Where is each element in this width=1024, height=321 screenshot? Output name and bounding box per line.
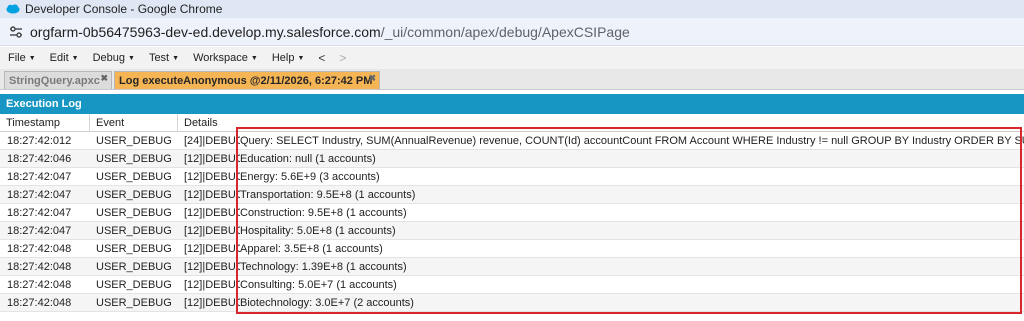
event-cell: USER_DEBUG	[96, 135, 172, 147]
event-cell: USER_DEBUG	[96, 243, 172, 255]
event-cell: USER_DEBUG	[96, 225, 172, 237]
details-prefix-cell: [12]|DEBUG|	[184, 243, 240, 255]
menu-test[interactable]: Test ▼	[149, 52, 179, 64]
details-prefix-cell: [12]|DEBUG|	[184, 279, 240, 291]
close-icon[interactable]: ✖	[100, 73, 108, 84]
execution-log-header: Execution Log	[0, 94, 1024, 114]
url-path: /_ui/common/apex/debug/ApexCSIPage	[380, 23, 630, 40]
menu-label: Debug	[92, 52, 125, 64]
event-cell: USER_DEBUG	[96, 297, 172, 309]
tab-execute-anonymous-log[interactable]: Log executeAnonymous @2/11/2026, 6:27:42…	[114, 71, 380, 89]
details-prefix-cell: [24]|DEBUG|	[184, 135, 240, 147]
timestamp-cell: 18:27:42:047	[7, 171, 72, 183]
window-title: Developer Console - Google Chrome	[25, 2, 223, 16]
event-cell: USER_DEBUG	[96, 153, 172, 165]
tab-label: Log executeAnonymous @2/11/2026, 6:27:42…	[119, 74, 373, 87]
back-arrow-icon[interactable]: <	[318, 51, 325, 65]
menu-file[interactable]: File ▼	[8, 52, 36, 64]
details-message-cell: Construction: 9.5E+8 (1 accounts)	[240, 207, 407, 219]
forward-arrow-icon[interactable]: >	[339, 51, 346, 65]
window-titlebar: Developer Console - Google Chrome	[0, 0, 1024, 18]
caret-down-icon: ▼	[297, 54, 305, 62]
details-message-cell: Biotechnology: 3.0E+7 (2 accounts)	[240, 297, 414, 309]
menu-workspace[interactable]: Workspace ▼	[193, 52, 258, 64]
event-cell: USER_DEBUG	[96, 279, 172, 291]
table-row[interactable]: 18:27:42:047 USER_DEBUG [12]|DEBUG| Tran…	[0, 186, 1024, 204]
details-message-cell: Energy: 5.6E+9 (3 accounts)	[240, 171, 380, 183]
event-cell: USER_DEBUG	[96, 189, 172, 201]
details-prefix-cell: [12]|DEBUG|	[184, 297, 240, 309]
table-row[interactable]: 18:27:42:047 USER_DEBUG [12]|DEBUG| Hosp…	[0, 222, 1024, 240]
details-message-cell: Transportation: 9.5E+8 (1 accounts)	[240, 189, 416, 201]
url-host: orgfarm-0b56475963-dev-ed.develop.my.sal…	[30, 23, 381, 40]
timestamp-cell: 18:27:42:012	[7, 135, 72, 147]
address-bar[interactable]: orgfarm-0b56475963-dev-ed.develop.my.sal…	[0, 18, 1024, 46]
column-header-timestamp[interactable]: Timestamp	[0, 114, 90, 132]
timestamp-cell: 18:27:42:047	[7, 225, 72, 237]
menu-label: Help	[271, 52, 295, 64]
menu-edit[interactable]: Edit ▼	[50, 52, 79, 64]
table-row[interactable]: 18:27:42:048 USER_DEBUG [12]|DEBUG| Tech…	[0, 258, 1024, 276]
timestamp-cell: 18:27:42:048	[7, 297, 72, 309]
details-message-cell: Education: null (1 accounts)	[240, 153, 376, 165]
details-prefix-cell: [12]|DEBUG|	[184, 171, 240, 183]
timestamp-cell: 18:27:42:048	[7, 243, 72, 255]
menu-label: File	[8, 52, 26, 64]
details-prefix-cell: [12]|DEBUG|	[184, 225, 240, 237]
details-prefix-cell: [12]|DEBUG|	[184, 207, 240, 219]
details-message-cell: Hospitality: 5.0E+8 (1 accounts)	[240, 225, 396, 237]
execution-log-title: Execution Log	[6, 98, 82, 110]
caret-down-icon: ▼	[172, 54, 180, 62]
details-message-cell: Consulting: 5.0E+7 (1 accounts)	[240, 279, 397, 291]
menu-debug[interactable]: Debug ▼	[93, 52, 135, 64]
details-prefix-cell: [12]|DEBUG|	[184, 153, 240, 165]
timestamp-cell: 18:27:42:048	[7, 261, 72, 273]
url-text[interactable]: orgfarm-0b56475963-dev-ed.develop.my.sal…	[30, 24, 630, 40]
column-header-event[interactable]: Event	[90, 114, 178, 132]
menu-help[interactable]: Help ▼	[272, 52, 305, 64]
salesforce-cloud-icon	[6, 4, 20, 14]
editor-tabs: StringQuery.apxc ✖ Log executeAnonymous …	[0, 69, 1024, 90]
caret-down-icon: ▼	[128, 54, 135, 62]
details-message-cell: Technology: 1.39E+8 (1 accounts)	[240, 261, 407, 273]
column-header-details[interactable]: Details	[178, 114, 1024, 132]
menu-label: Test	[148, 52, 170, 64]
timestamp-cell: 18:27:42:047	[7, 189, 72, 201]
caret-down-icon: ▼	[28, 54, 36, 62]
details-message-cell: Query: SELECT Industry, SUM(AnnualRevenu…	[240, 135, 1024, 147]
site-settings-icon[interactable]	[8, 24, 24, 40]
details-prefix-cell: [12]|DEBUG|	[184, 261, 240, 273]
log-rows: 18:27:42:012 USER_DEBUG [24]|DEBUG| Quer…	[0, 132, 1024, 312]
timestamp-cell: 18:27:42:046	[7, 153, 72, 165]
details-prefix-cell: [12]|DEBUG|	[184, 189, 240, 201]
menu-bar: File ▼ Edit ▼ Debug ▼ Test ▼ Workspace ▼ Help…	[0, 47, 1024, 69]
table-row[interactable]: 18:27:42:048 USER_DEBUG [12]|DEBUG| Appa…	[0, 240, 1024, 258]
table-row[interactable]: 18:27:42:012 USER_DEBUG [24]|DEBUG| Quer…	[0, 132, 1024, 150]
table-row[interactable]: 18:27:42:048 USER_DEBUG [12]|DEBUG| Cons…	[0, 276, 1024, 294]
timestamp-cell: 18:27:42:047	[7, 207, 72, 219]
menu-label: Edit	[49, 52, 69, 64]
event-cell: USER_DEBUG	[96, 207, 172, 219]
table-row[interactable]: 18:27:42:047 USER_DEBUG [12]|DEBUG| Cons…	[0, 204, 1024, 222]
table-row[interactable]: 18:27:42:047 USER_DEBUG [12]|DEBUG| Ener…	[0, 168, 1024, 186]
close-icon[interactable]: ✖	[368, 73, 376, 84]
event-cell: USER_DEBUG	[96, 261, 172, 273]
tab-stringquery[interactable]: StringQuery.apxc ✖	[4, 71, 112, 89]
table-row[interactable]: 18:27:42:048 USER_DEBUG [12]|DEBUG| Biot…	[0, 294, 1024, 312]
tab-label: StringQuery.apxc	[9, 74, 100, 87]
details-message-cell: Apparel: 3.5E+8 (1 accounts)	[240, 243, 383, 255]
table-row[interactable]: 18:27:42:046 USER_DEBUG [12]|DEBUG| Educ…	[0, 150, 1024, 168]
log-column-headers: Timestamp Event Details	[0, 114, 1024, 132]
caret-down-icon: ▼	[250, 54, 258, 62]
timestamp-cell: 18:27:42:048	[7, 279, 72, 291]
caret-down-icon: ▼	[71, 54, 79, 62]
event-cell: USER_DEBUG	[96, 171, 172, 183]
menu-label: Workspace	[193, 52, 248, 64]
